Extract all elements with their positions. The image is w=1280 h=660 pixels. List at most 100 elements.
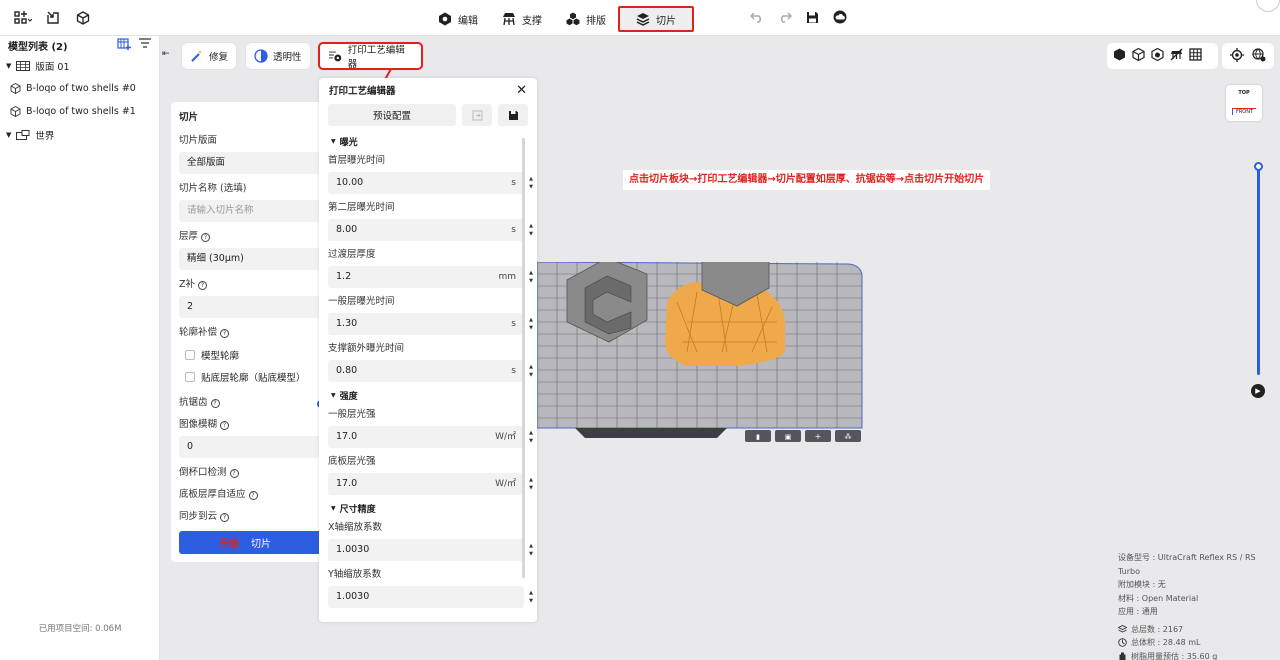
normal-intensity-input[interactable]: 17.0 W/㎡ ▲ ▼ [328,426,533,448]
preset-config-button[interactable]: 预设配置 [328,104,456,126]
redo-icon[interactable] [778,11,793,26]
z-compensation-input[interactable]: 2 [179,296,331,318]
first-layer-exposure-input[interactable]: 10.00 s ▲ ▼ [328,172,533,194]
export-icon [472,110,482,120]
base-adaptive-label: 底板层厚自适应 ? [171,484,331,506]
x-scale-input[interactable]: 1.0030 ▲ ▼ [328,539,533,561]
save-icon[interactable] [806,11,819,27]
cube-outline-icon[interactable] [74,9,92,27]
caret-down-icon: ▼ [331,504,336,512]
section-exposure[interactable]: ▼ 曝光 [319,132,537,150]
total-layers: 总层数 : 2167 [1131,624,1184,634]
grid-view-icon[interactable] [1189,48,1202,64]
avatar[interactable] [1256,0,1280,12]
play-icon: ▶ [1255,387,1261,395]
undo-icon[interactable] [749,11,764,26]
add-model-icon[interactable] [14,9,32,27]
wireframe-view-icon[interactable] [1132,47,1145,64]
stepper-icon[interactable]: ▲ ▼ [528,589,534,605]
process-editor-label: 打印工艺编辑器 [347,45,405,70]
stepper-icon[interactable]: ▲ ▼ [528,175,534,191]
help-icon[interactable]: ? [248,490,258,500]
process-editor-button[interactable]: 打印工艺编辑器 [318,42,423,70]
field-label: 支撑额外曝光时间 [328,343,405,354]
field-unit: W/㎡ [495,432,516,442]
layout-icon [566,12,580,26]
stepper-icon[interactable]: ▲ ▼ [528,363,534,379]
tab-edit[interactable]: 编辑 [426,7,490,31]
import-icon[interactable] [44,9,62,27]
export-button[interactable] [462,104,492,126]
image-blur-label: 图像模糊 ? [171,414,331,436]
play-button[interactable]: ▶ [1251,384,1265,398]
world-icon [16,129,30,140]
help-icon[interactable]: ? [201,232,211,242]
slice-name-input[interactable]: 请输入切片名称 [179,200,331,222]
stepper-icon[interactable]: ▲ ▼ [528,222,534,238]
stepper-icon[interactable]: ▲ ▼ [528,269,534,285]
field-value: 1.0030 [336,544,370,555]
support-exposure-input[interactable]: 0.80 s ▲ ▼ [328,360,533,382]
sidebar-item-plate[interactable]: ▼ 版面 01 [0,54,159,77]
second-layer-exposure-input[interactable]: 8.00 s ▲ ▼ [328,219,533,241]
help-icon[interactable]: ? [210,398,220,408]
section-precision[interactable]: ▼ 尺寸精度 [319,499,537,517]
field-value: 8.00 [336,224,358,235]
transparency-button[interactable]: 透明性 [246,43,310,69]
tab-layout[interactable]: 排版 [554,7,618,31]
add-plate-icon[interactable] [117,37,131,53]
stepper-icon[interactable]: ▲ ▼ [528,542,534,558]
layer-slider-handle[interactable] [1254,162,1263,171]
sidebar-item-world[interactable]: ▼ 世界 [0,123,159,146]
stepper-icon[interactable]: ▲ ▼ [528,429,534,445]
collapse-panel-icon[interactable]: ⇤ [162,49,170,59]
cloud-icon[interactable] [833,10,847,27]
stepper-icon[interactable]: ▲ ▼ [528,316,534,332]
close-icon[interactable]: ✕ [516,83,527,98]
base-intensity-input[interactable]: 17.0 W/㎡ ▲ ▼ [328,473,533,495]
section-view-icon[interactable] [1151,47,1164,64]
layer-slider-track[interactable] [1257,165,1260,375]
checkbox-box[interactable] [185,372,195,382]
base-contour-checkbox[interactable]: 贴底层轮廓（贴底模型） [171,366,331,388]
section-strength[interactable]: ▼ 强度 [319,386,537,404]
help-icon[interactable]: ? [198,280,208,290]
section-title: 尺寸精度 [339,504,376,515]
help-icon[interactable]: ? [220,420,230,430]
mode-tabs: 编辑 支撑 排版 切片 [426,6,694,32]
resin-bottle-icon [1119,652,1126,660]
storage-used: 已用项目空间: 0.06M [38,624,122,634]
tab-label: 切片 [656,15,676,27]
image-blur-input[interactable]: 0 [179,436,331,458]
solid-view-icon[interactable] [1113,48,1126,64]
orientation-cube[interactable]: TOP FRONT [1226,85,1262,121]
sidebar-item-model-1[interactable]: B-loqo of two shells #1 [0,100,159,123]
globe-settings-icon[interactable] [1252,47,1266,65]
sidebar-item-model-0[interactable]: B-loqo of two shells #0 [0,77,159,100]
save-preset-button[interactable] [498,104,528,126]
model-list-title: 模型列表 (2) [8,41,68,53]
model-contour-checkbox[interactable]: 模型轮廓 [171,344,331,366]
field-label: 底板层光强 [328,456,376,467]
tab-support[interactable]: 支撑 [490,7,554,31]
y-scale-input[interactable]: 1.0030 ▲ ▼ [328,586,533,608]
layer-thickness-select[interactable]: 精细 (30μm) [179,248,331,270]
checkbox-box[interactable] [185,350,195,360]
help-icon[interactable]: ? [229,468,239,478]
start-slice-button[interactable]: 开始 切片 [179,531,331,554]
repair-button[interactable]: 修复 [182,43,237,69]
plate-select[interactable]: 全部版面 [179,152,331,174]
tab-slice[interactable]: 切片 [618,6,694,32]
transition-thickness-input[interactable]: 1.2 mm ▲ ▼ [328,266,533,288]
help-icon[interactable]: ? [220,512,230,522]
filter-icon[interactable] [139,37,151,53]
hide-supports-icon[interactable] [1170,48,1183,64]
repair-label: 修复 [209,52,229,63]
help-icon[interactable]: ? [220,328,230,338]
locate-icon[interactable] [1230,47,1244,65]
normal-exposure-input[interactable]: 1.30 s ▲ ▼ [328,313,533,335]
stepper-icon[interactable]: ▲ ▼ [528,476,534,492]
caret-down-icon: ▼ [6,130,12,139]
model-list-header: 模型列表 (2) [0,36,159,54]
editor-scrollbar[interactable] [522,138,525,578]
